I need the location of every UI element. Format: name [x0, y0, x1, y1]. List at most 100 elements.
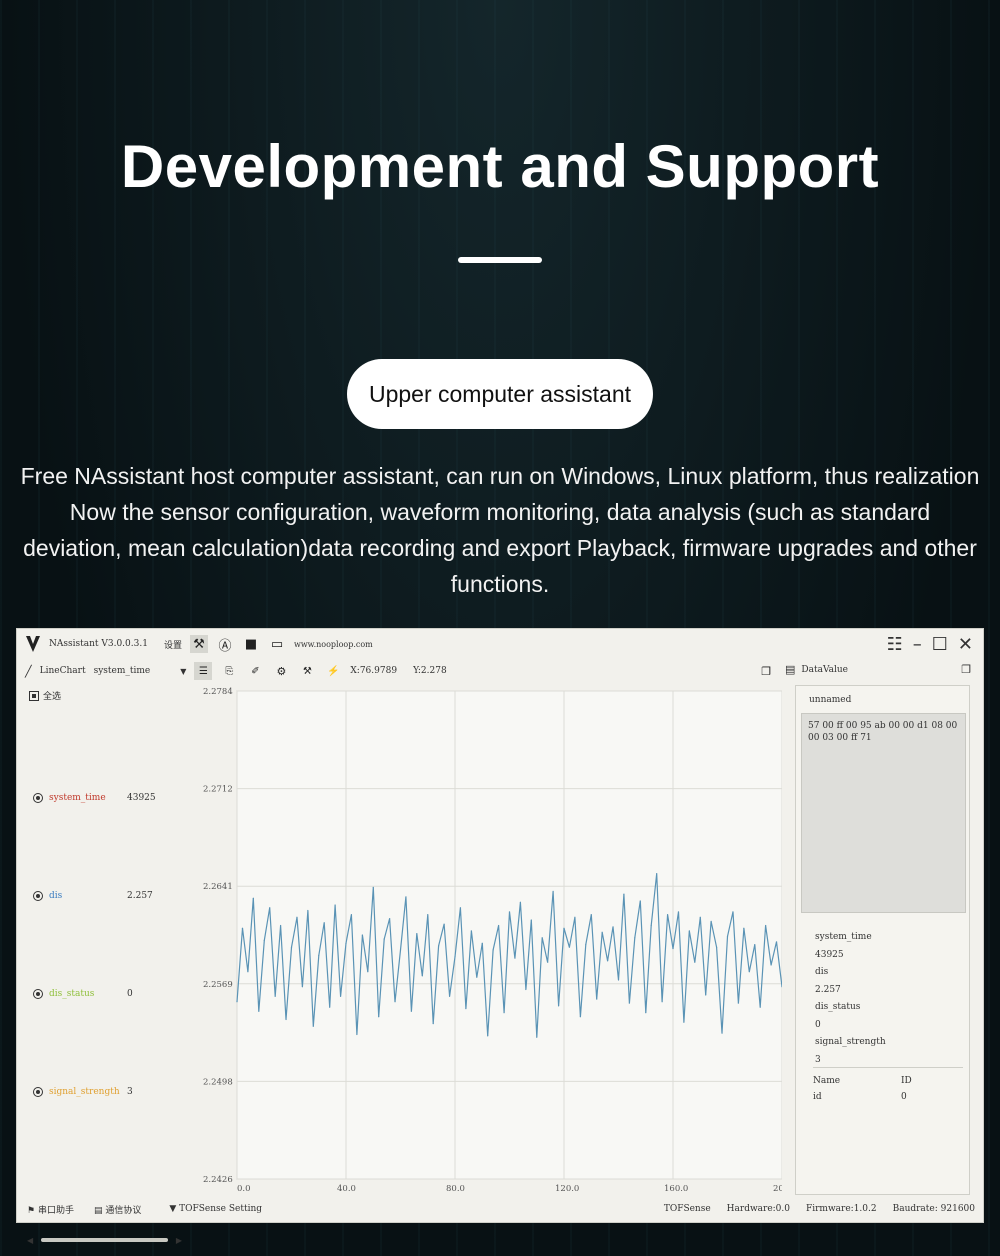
website-link[interactable]: www.nooploop.com — [294, 640, 373, 649]
scroll-right-icon[interactable]: ▶ — [176, 1236, 182, 1245]
variable-name: signal_strength — [49, 1087, 120, 1097]
x-tick-label: 0.0 — [237, 1184, 251, 1194]
popout-icon[interactable]: ❐ — [961, 663, 971, 676]
field-value: 0 — [815, 1019, 821, 1030]
data-point — [285, 1018, 287, 1021]
x-tick-label: 200.0 — [773, 1184, 782, 1194]
scroll-track[interactable] — [41, 1238, 168, 1242]
layout-icon[interactable]: ☷ — [887, 634, 903, 655]
variable-row-system-time[interactable]: system_time 43925 — [33, 793, 183, 803]
variable-panel: 全选 system_time 43925 dis 2.257 dis_statu… — [17, 685, 183, 1245]
data-point — [683, 1021, 685, 1023]
data-point — [258, 1010, 260, 1012]
settings-menu[interactable]: 设置 — [164, 638, 182, 651]
field-label: signal_strength — [815, 1037, 886, 1047]
line-chart-svg[interactable]: 2.2784 2.2712 2.2641 2.2569 2.2498 2.2426 0.0 4… — [182, 685, 797, 1205]
auto-icon[interactable]: Ⓐ — [216, 635, 234, 654]
data-point — [492, 949, 494, 951]
data-point — [568, 946, 571, 948]
feature-description: Free NAssistant host computer assistant,… — [20, 463, 980, 597]
record-icon[interactable]: ■ — [242, 635, 260, 653]
data-point — [405, 896, 407, 898]
maximize-icon[interactable]: ☐ — [932, 634, 948, 655]
variable-name: dis_status — [49, 989, 95, 999]
clear-icon[interactable]: ✐ — [246, 662, 264, 680]
line-chart[interactable]: 2.2784 2.2712 2.2641 2.2569 2.2498 2.2426 0.0 4… — [182, 685, 797, 1205]
popout-icon[interactable]: ❐ — [757, 662, 775, 680]
x-field-select[interactable]: system_time — [94, 666, 151, 676]
data-point — [329, 1006, 331, 1008]
data-point — [634, 937, 636, 939]
data-point — [252, 897, 254, 899]
checkbox-icon[interactable] — [29, 690, 39, 701]
data-point — [547, 961, 549, 963]
radio-icon[interactable] — [33, 793, 43, 803]
hex-frame-view[interactable]: 57 00 ff 00 95 ab 00 00 d1 08 00 00 03 0… — [801, 713, 966, 913]
data-point — [743, 927, 745, 929]
select-all-checkbox[interactable]: 全选 — [29, 689, 61, 702]
baudrate: Baudrate: 921600 — [892, 1204, 975, 1214]
chevron-down-icon[interactable]: ▼ — [180, 667, 186, 676]
window-titlebar: NAssistant V3.0.0.3.1 设置 ⚒ Ⓐ ■ ▭ www.noo… — [17, 629, 983, 659]
data-point — [607, 960, 609, 962]
list-icon[interactable]: ☰ — [194, 662, 213, 680]
data-point — [759, 1006, 761, 1008]
data-point — [476, 976, 478, 978]
export-icon[interactable]: ⎘ — [220, 662, 238, 680]
variable-value: 0 — [127, 989, 133, 999]
y-tick-label: 2.2569 — [203, 980, 233, 990]
data-panel-header: ▤ DataValue — [785, 663, 848, 676]
protocol-label: 通信协议 — [105, 1205, 142, 1216]
cursor-x-readout: X:76.9789 — [350, 666, 398, 676]
data-point — [334, 904, 336, 906]
data-point — [508, 911, 511, 913]
tools-icon[interactable]: ⚒ — [298, 662, 316, 680]
setting-button[interactable]: ▼ TOFSense Setting — [169, 1204, 262, 1214]
data-point — [519, 901, 521, 903]
product-name: TOFSense — [663, 1204, 711, 1214]
variable-value: 43925 — [127, 793, 156, 803]
data-point — [585, 943, 587, 946]
status-bar: ⚑ 串口助手 ▤ 通信协议 ▼ TOFSense Setting TOFSens… — [17, 1196, 983, 1222]
data-point — [301, 986, 303, 988]
radio-icon[interactable] — [33, 891, 43, 901]
pin-icon: ⚑ — [27, 1205, 38, 1216]
gear-icon[interactable]: ⚙ — [272, 662, 290, 680]
data-point — [623, 893, 625, 895]
y-tick-label: 2.2641 — [203, 882, 233, 892]
data-point — [372, 886, 374, 888]
variable-row-signal-strength[interactable]: signal_strength 3 — [33, 1087, 183, 1097]
radio-icon[interactable] — [33, 1087, 43, 1097]
connect-icon[interactable]: ⚒ — [189, 635, 208, 653]
variable-name: system_time — [49, 793, 106, 803]
variable-scrollbar[interactable]: ◀ ▶ — [27, 1235, 182, 1245]
minimize-icon[interactable]: – — [913, 634, 922, 655]
table-row[interactable]: id 0 — [813, 1092, 963, 1102]
firmware-version: Firmware:1.0.2 — [806, 1204, 877, 1214]
data-point — [410, 1010, 412, 1012]
data-panel-title: DataValue — [801, 664, 849, 675]
document-icon: ▤ — [93, 1205, 106, 1216]
data-point — [699, 916, 701, 918]
data-point — [448, 995, 451, 997]
data-point — [775, 941, 778, 943]
variable-row-dis-status[interactable]: dis_status 0 — [33, 989, 183, 999]
data-point — [694, 961, 696, 963]
table-header-row: Name ID — [813, 1076, 963, 1086]
radio-icon[interactable] — [33, 989, 43, 999]
chart-type-label: LineChart — [39, 666, 86, 676]
scroll-left-icon[interactable]: ◀ — [27, 1236, 33, 1245]
serial-assistant-button[interactable]: ⚑ 串口助手 — [27, 1203, 74, 1216]
data-point — [307, 909, 309, 912]
setting-label: TOFSense Setting — [179, 1204, 263, 1214]
protocol-button[interactable]: ▤ 通信协议 — [94, 1203, 141, 1216]
data-point — [399, 949, 402, 951]
close-icon[interactable]: ✕ — [958, 634, 973, 655]
app-title: NAssistant V3.0.0.3.1 — [49, 639, 148, 649]
flash-icon[interactable]: ⚡ — [324, 662, 342, 680]
screen-icon[interactable]: ▭ — [268, 635, 286, 653]
data-point — [645, 1012, 647, 1014]
variable-row-dis[interactable]: dis 2.257 — [33, 891, 183, 901]
y-tick-label: 2.2498 — [203, 1077, 233, 1087]
data-point — [726, 935, 729, 937]
